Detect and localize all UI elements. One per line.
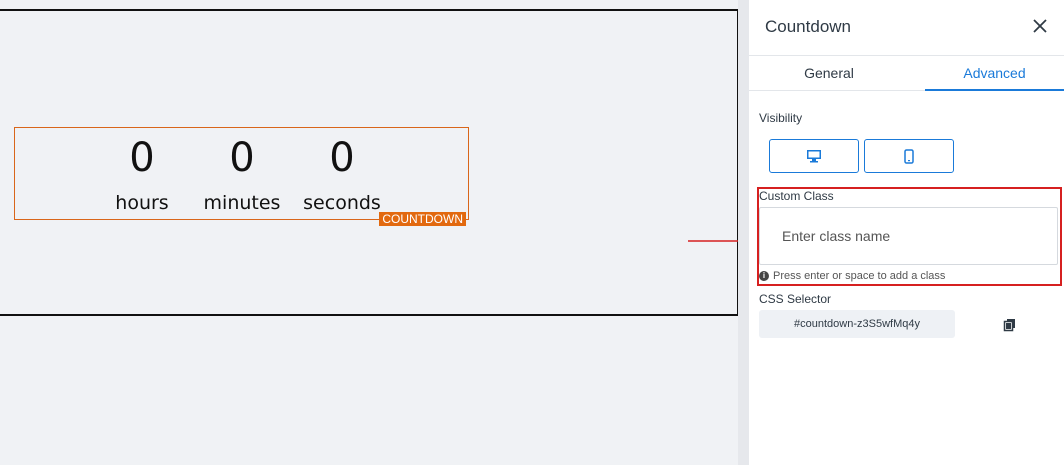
minutes-label: minutes: [203, 192, 281, 214]
custom-class-input[interactable]: [759, 207, 1058, 265]
css-selector-value[interactable]: #countdown-z3S5wfMq4y: [759, 310, 955, 338]
visibility-desktop-button[interactable]: [769, 139, 859, 173]
custom-class-hint-text: Press enter or space to add a class: [773, 270, 946, 282]
css-selector-label: CSS Selector: [759, 292, 832, 306]
panel-title: Countdown: [765, 17, 852, 36]
visibility-label: Visibility: [759, 111, 803, 125]
seconds-label: seconds: [303, 192, 381, 214]
custom-class-hint: i Press enter or space to add a class: [759, 270, 945, 282]
editor-canvas: 0 hours 0 minutes 0 seconds COUNTDOWN: [0, 0, 748, 465]
tab-advanced[interactable]: Advanced: [925, 56, 1064, 91]
countdown-hours: 0 hours: [92, 128, 192, 214]
seconds-value: 0: [329, 135, 355, 181]
custom-class-label: Custom Class: [759, 189, 834, 203]
panel-divider: [738, 0, 749, 465]
visibility-mobile-button[interactable]: [864, 139, 954, 173]
close-icon[interactable]: [1030, 16, 1050, 36]
section-frame[interactable]: 0 hours 0 minutes 0 seconds COUNTDOWN: [0, 9, 739, 316]
mobile-icon: [904, 148, 914, 164]
settings-panel: Countdown General Advanced Visibility Cu…: [749, 0, 1064, 465]
countdown-seconds: 0 seconds: [292, 128, 392, 214]
info-icon: i: [759, 271, 769, 281]
hours-label: hours: [115, 192, 169, 214]
copy-icon[interactable]: [1003, 318, 1017, 332]
tab-general[interactable]: General: [759, 56, 899, 91]
minutes-value: 0: [229, 135, 255, 181]
panel-header: Countdown: [749, 0, 1064, 56]
countdown-widget[interactable]: 0 hours 0 minutes 0 seconds COUNTDOWN: [14, 127, 469, 226]
hours-value: 0: [129, 135, 155, 181]
countdown-minutes: 0 minutes: [192, 128, 292, 214]
desktop-icon: [807, 150, 821, 163]
widget-type-badge: COUNTDOWN: [379, 212, 466, 226]
panel-tabs: General Advanced: [749, 56, 1064, 91]
